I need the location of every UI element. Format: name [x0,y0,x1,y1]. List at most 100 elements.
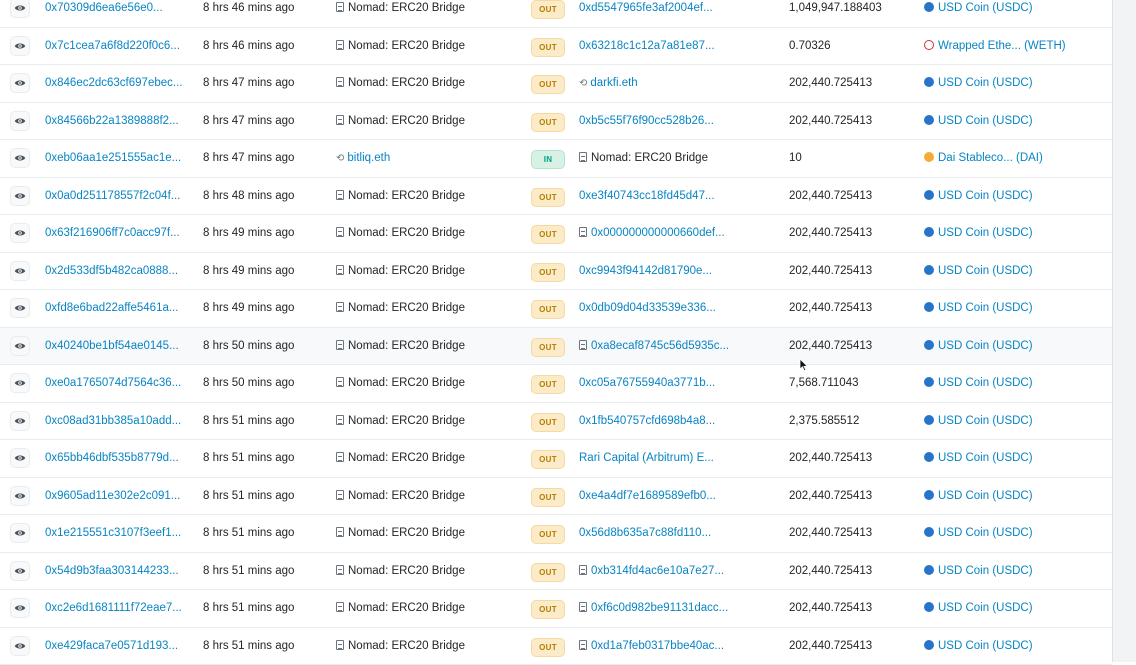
from-address[interactable]: Nomad: ERC20 Bridge [336,253,521,291]
eye-icon[interactable] [10,36,30,56]
token-link[interactable]: USD Coin (USDC) [924,590,1114,628]
to-address[interactable]: 0xd5547965fe3af2004ef... [579,0,774,28]
eye-icon[interactable] [10,373,30,393]
from-address[interactable]: Nomad: ERC20 Bridge [336,328,521,366]
txn-hash-link[interactable]: 0xfd8e6bad22affe5461a... [45,290,190,328]
eye-icon[interactable] [10,186,30,206]
from-address[interactable]: Nomad: ERC20 Bridge [336,553,521,591]
to-address[interactable]: 0x63218c1c12a7a81e87... [579,28,774,66]
txn-hash-link[interactable]: 0x9605ad11e302e2c091... [45,478,190,516]
txn-hash-link[interactable]: 0xeb06aa1e251555ac1e... [45,140,190,178]
from-address[interactable]: Nomad: ERC20 Bridge [336,28,521,66]
from-address[interactable]: Nomad: ERC20 Bridge [336,65,521,103]
eye-icon[interactable] [10,561,30,581]
token-link[interactable]: USD Coin (USDC) [924,440,1114,478]
eye-icon[interactable] [10,223,30,243]
txn-hash-link[interactable]: 0x7c1cea7a6f8d220f0c6... [45,28,190,66]
to-address[interactable]: 0xe4a4df7e1689589efb0... [579,478,774,516]
from-address[interactable]: Nomad: ERC20 Bridge [336,178,521,216]
from-address[interactable]: Nomad: ERC20 Bridge [336,103,521,141]
txn-hash-link[interactable]: 0xc2e6d1681111f72eae7... [45,590,190,628]
token-link[interactable]: Wrapped Ethe... (WETH) [924,28,1114,66]
from-address[interactable]: Nomad: ERC20 Bridge [336,515,521,553]
to-address[interactable]: ⟲darkfi.eth [579,65,774,103]
eye-icon[interactable] [10,148,30,168]
direction-badge: OUT [531,488,565,507]
direction-badge: OUT [531,413,565,432]
token-link[interactable]: USD Coin (USDC) [924,328,1114,366]
to-address[interactable]: 0xf6c0d982be91131dacc... [579,590,774,628]
to-address[interactable]: 0xc9943f94142d81790e... [579,253,774,291]
to-address[interactable]: 0xe3f40743cc18fd45d47... [579,178,774,216]
txn-age: 8 hrs 51 mins ago [203,590,323,628]
txn-hash-link[interactable]: 0xc08ad31bb385a10add... [45,403,190,441]
from-address[interactable]: Nomad: ERC20 Bridge [336,440,521,478]
txn-hash-link[interactable]: 0x84566b22a1389888f2... [45,103,190,141]
to-address[interactable]: 0xd1a7feb0317bbe40ac... [579,628,774,665]
to-address[interactable]: Rari Capital (Arbitrum) E... [579,440,774,478]
eye-icon[interactable] [10,486,30,506]
to-address[interactable]: 0xb5c55f76f90cc528b26... [579,103,774,141]
to-address[interactable]: Nomad: ERC20 Bridge [579,140,774,178]
to-address[interactable]: 0x1fb540757cfd698b4a8... [579,403,774,441]
eye-icon[interactable] [10,636,30,656]
to-address[interactable]: 0xb314fd4ac6e10a7e27... [579,553,774,591]
from-address[interactable]: Nomad: ERC20 Bridge [336,365,521,403]
eye-icon[interactable] [10,73,30,93]
token-link[interactable]: USD Coin (USDC) [924,103,1114,141]
eye-icon[interactable] [10,411,30,431]
token-link[interactable]: USD Coin (USDC) [924,215,1114,253]
token-link[interactable]: USD Coin (USDC) [924,553,1114,591]
from-address[interactable]: Nomad: ERC20 Bridge [336,628,521,665]
from-address[interactable]: Nomad: ERC20 Bridge [336,403,521,441]
from-address[interactable]: Nomad: ERC20 Bridge [336,0,521,28]
txn-hash-link[interactable]: 0xe429faca7e0571d193... [45,628,190,665]
txn-hash-link[interactable]: 0x63f216906ff7c0acc97f... [45,215,190,253]
usdc-token-icon [924,77,934,87]
from-address[interactable]: Nomad: ERC20 Bridge [336,478,521,516]
to-address[interactable]: 0x56d8b635a7c88fd110... [579,515,774,553]
txn-hash-link[interactable]: 0xe0a1765074d7564c36... [45,365,190,403]
token-link[interactable]: USD Coin (USDC) [924,403,1114,441]
token-link[interactable]: USD Coin (USDC) [924,365,1114,403]
eye-icon[interactable] [10,336,30,356]
from-address[interactable]: Nomad: ERC20 Bridge [336,590,521,628]
token-link[interactable]: USD Coin (USDC) [924,178,1114,216]
usdc-token-icon [924,565,934,575]
table-row: 0xe429faca7e0571d193... 8 hrs 51 mins ag… [0,628,1112,665]
txn-hash-link[interactable]: 0x54d9b3faa303144233... [45,553,190,591]
txn-hash-link[interactable]: 0x65bb46dbf535b8779d... [45,440,190,478]
token-link[interactable]: USD Coin (USDC) [924,478,1114,516]
txn-hash-link[interactable]: 0x1e215551c3107f3eef1... [45,515,190,553]
token-link[interactable]: USD Coin (USDC) [924,628,1114,665]
txn-hash-link[interactable]: 0x2d533df5b482ca0888... [45,253,190,291]
to-address[interactable]: 0x0db09d04d33539e336... [579,290,774,328]
to-address[interactable]: 0x000000000000660def... [579,215,774,253]
token-link[interactable]: USD Coin (USDC) [924,253,1114,291]
eye-icon[interactable] [10,111,30,131]
eye-icon[interactable] [10,261,30,281]
eye-icon[interactable] [10,448,30,468]
token-link[interactable]: USD Coin (USDC) [924,515,1114,553]
eye-icon[interactable] [10,0,30,18]
txn-hash-link[interactable]: 0x846ec2dc63cf697ebec... [45,65,190,103]
eye-icon[interactable] [10,298,30,318]
txn-hash-link[interactable]: 0x40240be1bf54ae0145... [45,328,190,366]
from-address[interactable]: ⟲bitliq.eth [336,140,521,178]
from-address[interactable]: Nomad: ERC20 Bridge [336,290,521,328]
transfer-value: 202,440.725413 [789,440,914,478]
txn-hash-link[interactable]: 0x70309d6ea6e56e0... [45,0,190,28]
to-address[interactable]: 0xc05a76755940a3771b... [579,365,774,403]
eye-icon[interactable] [10,523,30,543]
transfer-value: 202,440.725413 [789,478,914,516]
txn-hash-link[interactable]: 0x0a0d251178557f2c04f... [45,178,190,216]
token-link[interactable]: USD Coin (USDC) [924,65,1114,103]
usdc-token-icon [924,2,934,12]
direction-badge-cell: OUT [531,178,565,216]
token-link[interactable]: USD Coin (USDC) [924,290,1114,328]
token-link[interactable]: Dai Stableco... (DAI) [924,140,1114,178]
eye-icon[interactable] [10,598,30,618]
to-address[interactable]: 0xa8ecaf8745c56d5935c... [579,328,774,366]
from-address[interactable]: Nomad: ERC20 Bridge [336,215,521,253]
token-link[interactable]: USD Coin (USDC) [924,0,1114,28]
